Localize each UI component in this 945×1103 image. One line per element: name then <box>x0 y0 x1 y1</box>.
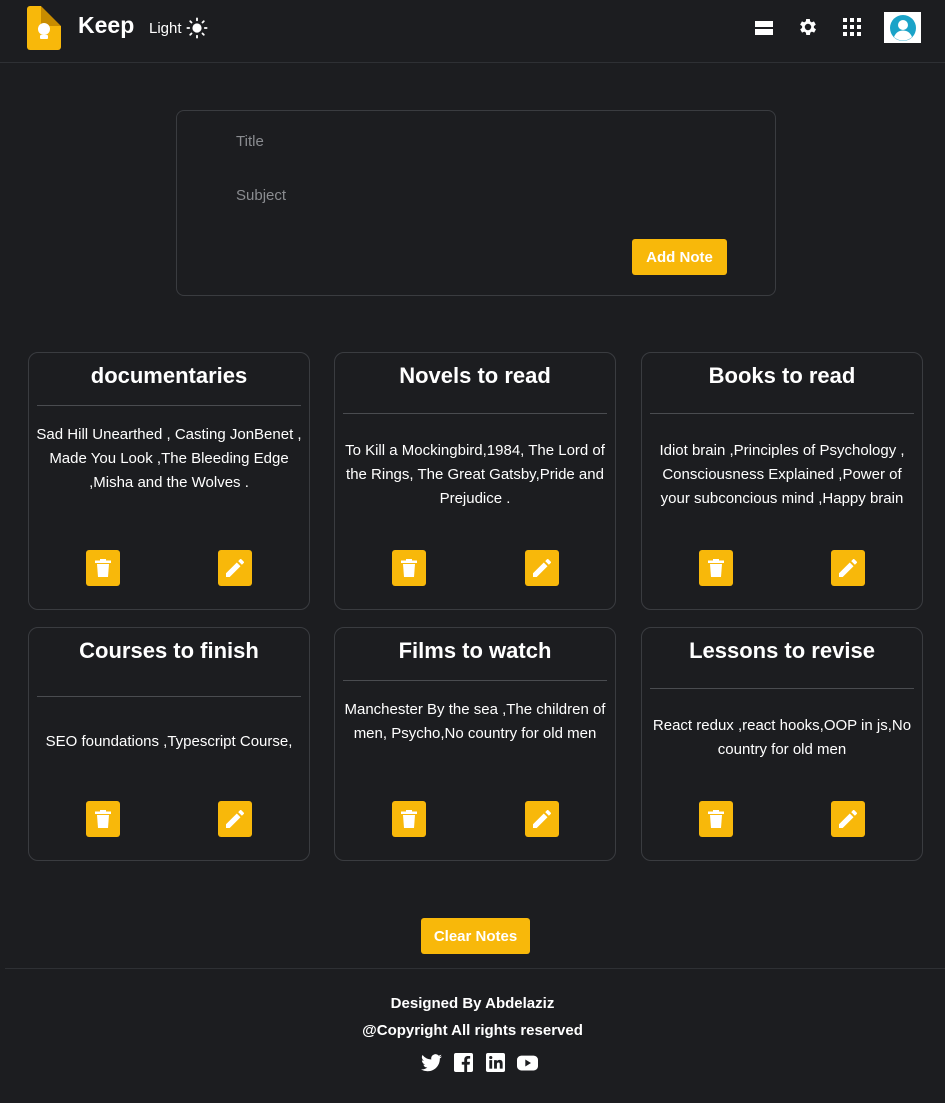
pencil-icon <box>226 559 244 577</box>
theme-toggle[interactable]: Light <box>149 17 208 39</box>
user-avatar-icon <box>889 14 916 41</box>
linkedin-icon[interactable] <box>485 1052 506 1073</box>
view-list-icon[interactable] <box>754 18 774 38</box>
pencil-icon <box>226 810 244 828</box>
note-card: documentaries Sad Hill Unearthed , Casti… <box>28 352 310 610</box>
pencil-icon <box>839 810 857 828</box>
note-title: Lessons to revise <box>689 638 875 663</box>
note-card: Books to read Idiot brain ,Principles of… <box>641 352 923 610</box>
subject-input[interactable] <box>236 187 716 209</box>
trash-icon <box>95 810 111 828</box>
edit-note-button[interactable] <box>525 550 559 586</box>
user-avatar[interactable] <box>884 12 921 43</box>
theme-label: Light <box>149 19 182 37</box>
designer-credit: Designed By Abdelaziz <box>390 995 555 1012</box>
note-body: Sad Hill Unearthed , Casting JonBenet , … <box>36 426 302 491</box>
note-body: React redux ,react hooks,OOP in js,No co… <box>652 717 912 758</box>
top-bar: Keep Light <box>0 0 945 63</box>
note-title: Books to read <box>708 363 856 388</box>
delete-note-button[interactable] <box>392 550 426 586</box>
delete-note-button[interactable] <box>699 550 733 586</box>
note-card: Novels to read To Kill a Mockingbird,198… <box>334 352 616 610</box>
title-input[interactable] <box>236 131 716 151</box>
note-card: Lessons to revise React redux ,react hoo… <box>641 627 923 861</box>
pencil-icon <box>533 559 551 577</box>
trash-icon <box>95 559 111 577</box>
note-title: Courses to finish <box>79 638 259 663</box>
footer-divider <box>5 968 945 969</box>
note-divider <box>650 413 914 414</box>
copyright-text: @Copyright All rights reserved <box>362 1022 583 1039</box>
edit-note-button[interactable] <box>831 550 865 586</box>
clear-notes-button[interactable]: Clear Notes <box>421 918 530 954</box>
note-body: To Kill a Mockingbird,1984, The Lord of … <box>345 442 605 507</box>
note-body: SEO foundations ,Typescript Course, <box>45 733 293 750</box>
sun-icon <box>185 17 208 39</box>
edit-note-button[interactable] <box>831 801 865 837</box>
pencil-icon <box>839 559 857 577</box>
keep-logo-icon[interactable] <box>27 6 61 50</box>
app-name[interactable]: Keep <box>78 12 134 39</box>
note-title: Films to watch <box>398 638 552 663</box>
note-divider <box>37 696 301 697</box>
apps-grid-icon[interactable] <box>843 18 861 36</box>
edit-note-button[interactable] <box>218 801 252 837</box>
pencil-icon <box>533 810 551 828</box>
social-links <box>421 1052 538 1073</box>
note-body: Manchester By the sea ,The children of m… <box>344 701 606 742</box>
trash-icon <box>401 559 417 577</box>
gear-icon[interactable] <box>797 16 819 38</box>
trash-icon <box>708 810 724 828</box>
trash-icon <box>708 559 724 577</box>
add-note-button[interactable]: Add Note <box>632 239 727 275</box>
edit-note-button[interactable] <box>525 801 559 837</box>
note-card: Courses to finish SEO foundations ,Types… <box>28 627 310 861</box>
note-card: Films to watch Manchester By the sea ,Th… <box>334 627 616 861</box>
create-note-form: Add Note <box>176 110 776 296</box>
edit-note-button[interactable] <box>218 550 252 586</box>
note-title: Novels to read <box>399 363 551 388</box>
note-divider <box>37 405 301 406</box>
note-title: documentaries <box>90 363 248 388</box>
trash-icon <box>401 810 417 828</box>
youtube-icon[interactable] <box>517 1052 538 1073</box>
note-divider <box>650 688 914 689</box>
delete-note-button[interactable] <box>86 801 120 837</box>
delete-note-button[interactable] <box>392 801 426 837</box>
twitter-icon[interactable] <box>421 1052 442 1073</box>
facebook-icon[interactable] <box>453 1052 474 1073</box>
delete-note-button[interactable] <box>699 801 733 837</box>
note-body: Idiot brain ,Principles of Psychology , … <box>659 442 905 507</box>
delete-note-button[interactable] <box>86 550 120 586</box>
note-divider <box>343 680 607 681</box>
note-divider <box>343 413 607 414</box>
